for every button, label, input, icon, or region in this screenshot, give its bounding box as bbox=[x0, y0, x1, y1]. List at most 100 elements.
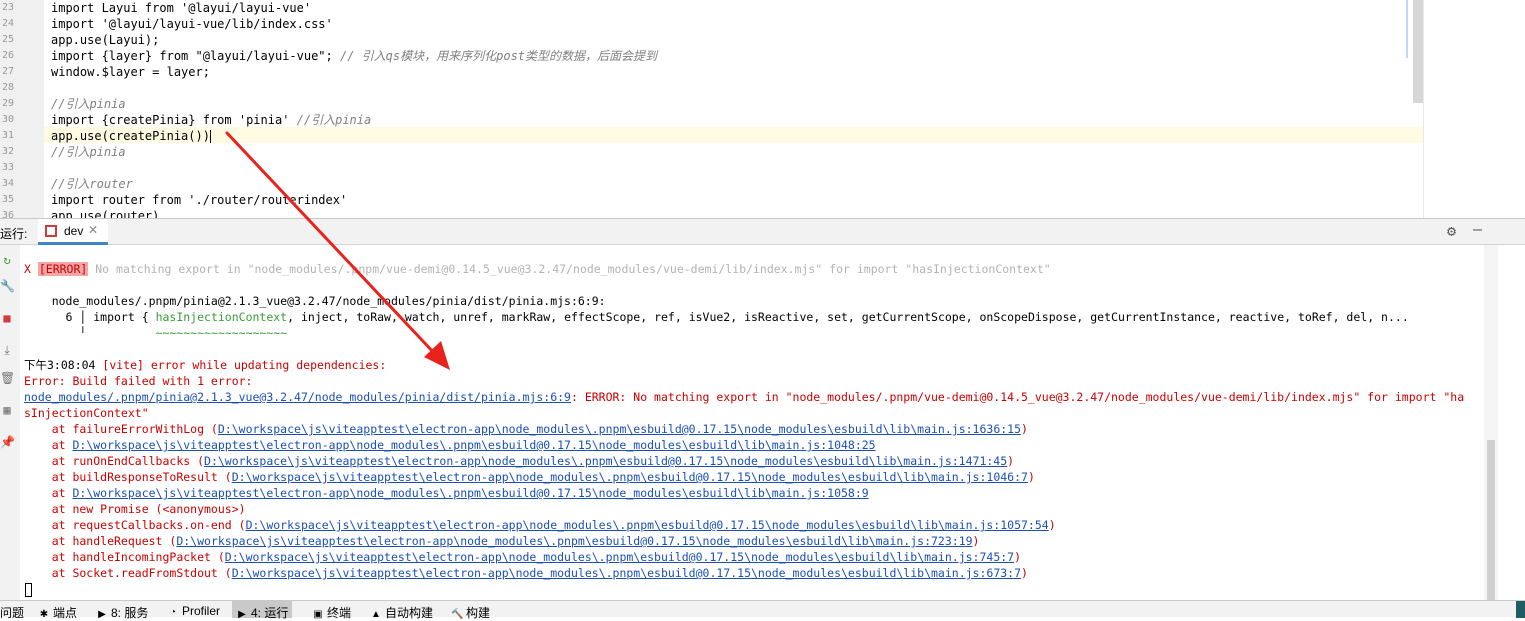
code-line[interactable]: //引入pinia bbox=[51, 96, 126, 112]
source-link[interactable]: D:\workspace\js\viteapptest\electron-app… bbox=[232, 470, 1028, 484]
scroll-end-icon[interactable]: ⤓ bbox=[0, 343, 14, 357]
code-line[interactable]: window.$layer = layer; bbox=[51, 64, 210, 80]
error-badge: [ERROR] bbox=[37, 262, 89, 276]
code-comment: //引入pinia bbox=[51, 145, 126, 159]
stack-frame: at D:\workspace\js\viteapptest\electron-… bbox=[24, 486, 869, 500]
auto-build-icon: ▲ bbox=[371, 609, 381, 620]
stack-frame: at new Promise (<anonymous>) bbox=[24, 502, 246, 516]
console-line: node_modules/.pnpm/pinia@2.1.3_vue@3.2.4… bbox=[24, 294, 606, 308]
stop-icon[interactable]: ■ bbox=[0, 311, 14, 325]
console-line: node_modules/.pnpm/pinia@2.1.3_vue@3.2.4… bbox=[24, 390, 1465, 404]
console-input-cursor[interactable] bbox=[25, 583, 32, 597]
line-number: 26 bbox=[1, 50, 14, 61]
tool-tab-services[interactable]: ▶ 8: 服务 bbox=[96, 604, 148, 621]
code-line[interactable]: app.use(Layui); bbox=[51, 32, 159, 48]
stack-frame: at D:\workspace\js\viteapptest\electron-… bbox=[24, 438, 876, 452]
line-number: 36 bbox=[1, 210, 14, 218]
editor-change-marker bbox=[1406, 0, 1408, 58]
tool-tab-problems[interactable]: 问题 bbox=[0, 604, 24, 621]
stack-frame: at Socket.readFromStdout (D:\workspace\j… bbox=[24, 566, 1028, 580]
gear-icon[interactable]: ⚙ bbox=[1447, 222, 1456, 240]
line-number: 34 bbox=[1, 178, 14, 189]
minimize-icon[interactable]: — bbox=[1473, 220, 1482, 238]
text-caret bbox=[209, 130, 211, 143]
layout-icon[interactable]: ▦ bbox=[0, 403, 14, 417]
tool-window-bar: 问题 ✱ 端点 ▶ 8: 服务 ◔ Profiler ▶ 4: 运行 ▣ 终端 ▲ 自动构建… bbox=[0, 600, 1525, 620]
terminal-icon: ▣ bbox=[313, 609, 323, 620]
build-icon: 🔨 bbox=[451, 609, 464, 620]
code-editor[interactable]: 23 24 25 26 27 28 29 30 31 32 33 34 35 3… bbox=[0, 0, 1525, 218]
trash-icon[interactable]: 🗑 bbox=[0, 371, 15, 385]
services-icon: ▶ bbox=[98, 609, 106, 620]
code-line-current[interactable]: app.use(createPinia()) bbox=[51, 128, 211, 144]
code-line[interactable]: app.use(router) bbox=[51, 208, 159, 218]
code-line[interactable]: //引入pinia bbox=[51, 144, 126, 160]
tab-dev-label: dev bbox=[64, 224, 84, 238]
line-number: 33 bbox=[1, 162, 14, 173]
tool-tab-build[interactable]: 🔨 构建 bbox=[451, 604, 490, 621]
console-line: ╵ ~~~~~~~~~~~~~~~~~~~ bbox=[24, 326, 288, 340]
source-link[interactable]: D:\workspace\js\viteapptest\electron-app… bbox=[218, 422, 1021, 436]
source-link[interactable]: D:\workspace\js\viteapptest\electron-app… bbox=[232, 566, 1021, 580]
run-config-icon bbox=[45, 225, 57, 237]
stack-frame: at buildResponseToResult (D:\workspace\j… bbox=[24, 470, 1035, 484]
breakpoints-icon: ✱ bbox=[39, 609, 49, 620]
code-line[interactable]: import {createPinia} from 'pinia' //引入pi… bbox=[51, 112, 371, 128]
code-line[interactable]: import Layui from '@layui/layui-vue' bbox=[51, 0, 311, 16]
code-line[interactable]: import '@layui/layui-vue/lib/index.css' bbox=[51, 16, 333, 32]
tab-dev[interactable]: dev ✕ bbox=[38, 219, 108, 245]
code-comment: //引入router bbox=[51, 177, 133, 191]
close-icon[interactable]: ✕ bbox=[88, 223, 98, 237]
profiler-icon: ◔ bbox=[169, 607, 177, 618]
rerun-icon[interactable]: ↻ bbox=[0, 253, 14, 267]
stack-frame: at runOnEndCallbacks (D:\workspace\js\vi… bbox=[24, 454, 1015, 468]
line-number: 27 bbox=[1, 66, 14, 77]
console-line: sInjectionContext" bbox=[24, 406, 149, 420]
line-number: 30 bbox=[1, 114, 14, 125]
code-line[interactable]: import router from './router/routerindex… bbox=[51, 192, 347, 208]
tool-tab-auto-build[interactable]: ▲ 自动构建 bbox=[370, 604, 433, 621]
console-line: 下午3:08:04 [vite] error while updating de… bbox=[24, 358, 387, 372]
tool-tab-terminal[interactable]: ▣ 终端 bbox=[312, 604, 351, 621]
console-line: X [ERROR] No matching export in "node_mo… bbox=[24, 262, 1051, 276]
wrench-icon[interactable]: 🔧 bbox=[0, 279, 15, 293]
line-number: 28 bbox=[1, 82, 14, 93]
source-link[interactable]: D:\workspace\js\viteapptest\electron-app… bbox=[72, 438, 875, 452]
run-toolbar: ↻ 🔧 ■ ⤓ 🗑 ▦ 📌 bbox=[0, 245, 21, 600]
tool-tab-run[interactable]: ▶ 4: 运行 bbox=[232, 601, 293, 620]
code-line[interactable]: //引入router bbox=[51, 176, 133, 192]
run-panel-label: 运行: bbox=[0, 227, 28, 241]
console-scrollbar[interactable] bbox=[1484, 245, 1498, 600]
source-link[interactable]: D:\workspace\js\viteapptest\electron-app… bbox=[176, 534, 972, 548]
run-icon: ▶ bbox=[238, 609, 246, 620]
source-link[interactable]: D:\workspace\js\viteapptest\electron-app… bbox=[225, 550, 1014, 564]
stack-frame: at handleRequest (D:\workspace\js\viteap… bbox=[24, 534, 980, 548]
code-line[interactable]: import {layer} from "@layui/layui-vue"; … bbox=[51, 48, 657, 64]
source-link[interactable]: D:\workspace\js\viteapptest\electron-app… bbox=[246, 518, 1049, 532]
status-bar-corner bbox=[1516, 601, 1525, 618]
tool-tab-profiler[interactable]: ◔ Profiler bbox=[167, 604, 220, 618]
right-margin-guide bbox=[1423, 0, 1424, 218]
stack-frame: at failureErrorWithLog (D:\workspace\js\… bbox=[24, 422, 1028, 436]
console-scrollbar-thumb[interactable] bbox=[1487, 440, 1495, 600]
source-link[interactable]: D:\workspace\js\viteapptest\electron-app… bbox=[204, 454, 1007, 468]
editor-scrollbar[interactable] bbox=[1413, 0, 1423, 103]
source-link[interactable]: node_modules/.pnpm/pinia@2.1.3_vue@3.2.4… bbox=[24, 390, 571, 404]
source-link[interactable]: D:\workspace\js\viteapptest\electron-app… bbox=[72, 486, 868, 500]
pin-icon[interactable]: 📌 bbox=[0, 435, 15, 449]
console-line: 6 │ import { hasInjectionContext, inject… bbox=[24, 310, 1409, 324]
tool-tab-breakpoints[interactable]: ✱ 端点 bbox=[38, 604, 77, 621]
line-number: 23 bbox=[1, 2, 14, 13]
line-number: 35 bbox=[1, 194, 14, 205]
code-comment: // 引入qs模块，用来序列化post类型的数据，后面会提到 bbox=[332, 49, 658, 63]
line-number: 25 bbox=[1, 34, 14, 45]
line-number: 32 bbox=[1, 146, 14, 157]
line-number: 29 bbox=[1, 98, 14, 109]
console-output[interactable]: X [ERROR] No matching export in "node_mo… bbox=[20, 245, 1484, 600]
line-number: 24 bbox=[1, 18, 14, 29]
line-number: 31 bbox=[1, 130, 14, 141]
code-comment: //引入pinia bbox=[289, 113, 372, 127]
run-tool-window-header: 运行: dev ✕ ⚙ — bbox=[0, 218, 1525, 245]
stack-frame: at requestCallbacks.on-end (D:\workspace… bbox=[24, 518, 1056, 532]
timestamp: 下午3:08:04 bbox=[24, 358, 96, 372]
